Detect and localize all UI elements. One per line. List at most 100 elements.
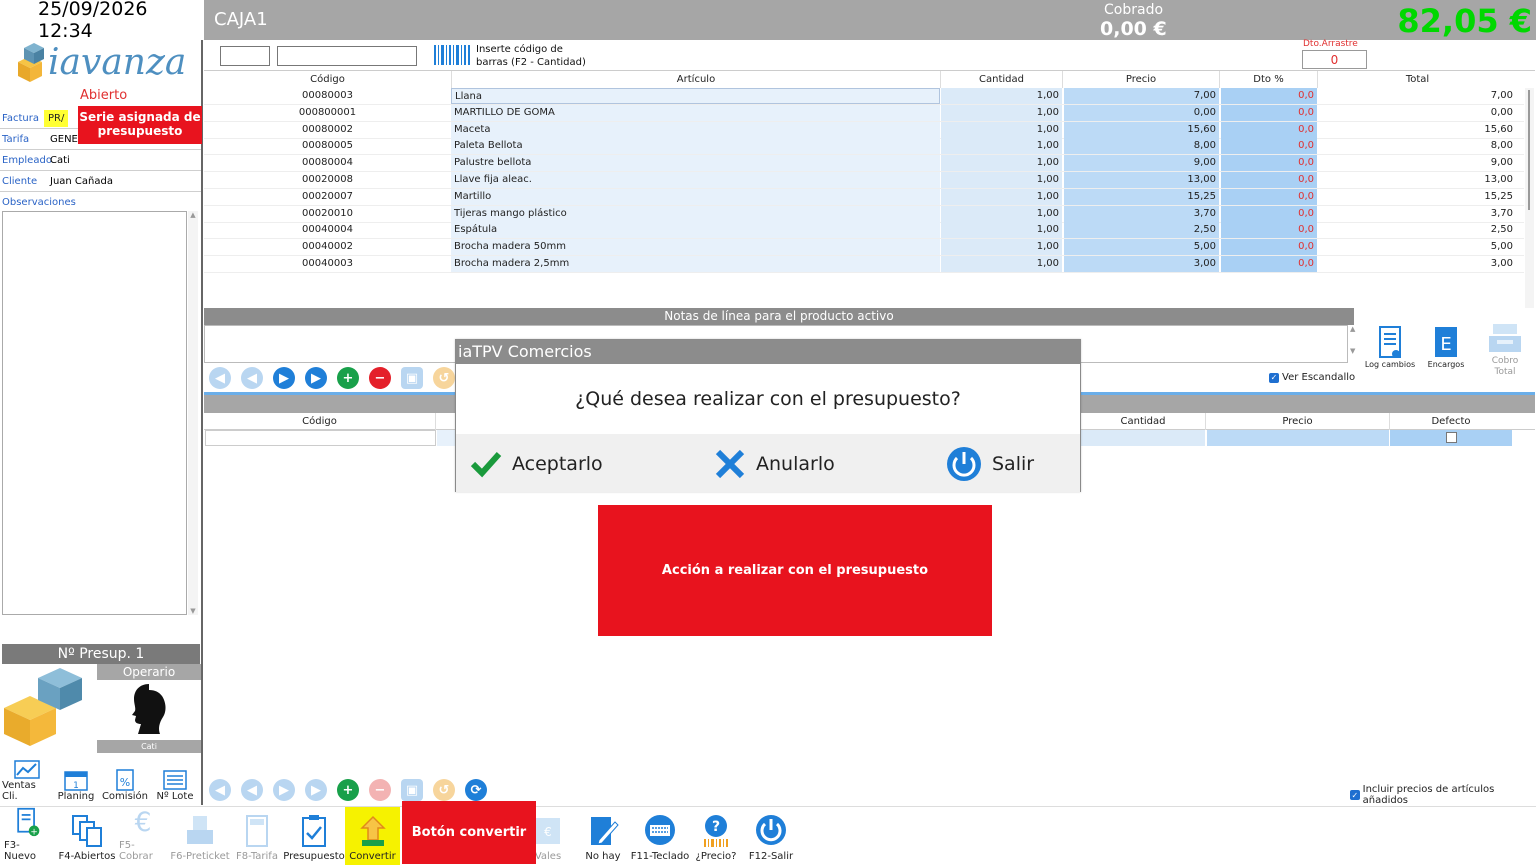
- operario-avatar[interactable]: [97, 680, 201, 740]
- cell-precio[interactable]: 2,50: [1064, 222, 1219, 239]
- cell-articulo[interactable]: Tijeras mango plástico: [451, 205, 940, 222]
- cell-total[interactable]: 7,00: [1319, 88, 1516, 104]
- salir-button[interactable]: Salir: [946, 446, 1034, 482]
- refresh-icon[interactable]: ⟳: [465, 779, 487, 801]
- precio-button[interactable]: ? ¿Precio?: [694, 807, 738, 865]
- cell-cantidad[interactable]: 1,00: [941, 188, 1062, 205]
- table-row[interactable]: 00080004 Palustre bellota 1,00 9,00 0,0 9,00: [204, 155, 1524, 173]
- cell-cantidad[interactable]: 1,00: [941, 222, 1062, 239]
- cell-codigo[interactable]: 00040004: [204, 222, 451, 238]
- remove2-icon[interactable]: −: [369, 779, 391, 801]
- quantity-input[interactable]: [220, 46, 270, 66]
- col2-precio[interactable]: Precio: [1206, 413, 1390, 430]
- cell-precio[interactable]: 8,00: [1064, 138, 1219, 155]
- anularlo-button[interactable]: Anularlo: [714, 446, 835, 482]
- ventas-cli-button[interactable]: Ventas Cli.: [2, 756, 52, 802]
- table-row[interactable]: 00020008 Llave fija aleac. 1,00 13,00 0,0 13,…: [204, 172, 1524, 189]
- cell-codigo[interactable]: 00080004: [204, 155, 451, 171]
- cell-precio[interactable]: 0,00: [1064, 104, 1219, 121]
- cell-codigo[interactable]: 00020010: [204, 206, 451, 222]
- salir-toolbar-button[interactable]: F12-Salir: [745, 807, 797, 865]
- cell-precio[interactable]: 5,00: [1064, 239, 1219, 256]
- dto-arrastre-input[interactable]: 0: [1302, 50, 1367, 69]
- prev2-icon[interactable]: ◀: [241, 779, 263, 801]
- first2-icon[interactable]: ◀: [209, 779, 231, 801]
- no-hay-button[interactable]: No hay: [580, 807, 626, 865]
- table-row[interactable]: 00080003 Llana 1,00 7,00 0,0 7,00: [204, 88, 1524, 105]
- observaciones-scrollbar[interactable]: ▲ ▼: [188, 211, 198, 615]
- cell-articulo[interactable]: Llave fija aleac.: [451, 172, 940, 188]
- next-icon[interactable]: ▶: [273, 367, 295, 389]
- save2-icon[interactable]: ▣: [401, 779, 423, 801]
- cell-cantidad[interactable]: 1,00: [941, 256, 1062, 272]
- table-row[interactable]: 00080002 Maceta 1,00 15,60 0,0 15,60: [204, 121, 1524, 139]
- cell-precio[interactable]: 15,60: [1064, 121, 1219, 138]
- cell-dto[interactable]: 0,0: [1221, 88, 1317, 104]
- col2-cantidad[interactable]: Cantidad: [1081, 413, 1206, 430]
- col-precio[interactable]: Precio: [1063, 71, 1220, 88]
- cell-total[interactable]: 3,70: [1319, 206, 1516, 222]
- cell-articulo[interactable]: Espátula: [451, 222, 940, 239]
- cell-total[interactable]: 5,00: [1319, 239, 1516, 255]
- table-row[interactable]: 00020007 Martillo 1,00 15,25 0,0 15,25: [204, 188, 1524, 206]
- cell-codigo[interactable]: 00040003: [204, 256, 451, 272]
- cell-codigo[interactable]: 00020008: [204, 172, 451, 188]
- cell-cantidad[interactable]: 1,00: [941, 138, 1062, 155]
- cell-codigo[interactable]: 00040002: [204, 239, 451, 255]
- cobro-total-button[interactable]: Cobro Total: [1478, 320, 1532, 380]
- table-row[interactable]: 00020010 Tijeras mango plástico 1,00 3,70 0,…: [204, 205, 1524, 223]
- col-articulo[interactable]: Artículo: [452, 71, 941, 88]
- cell-total[interactable]: 0,00: [1319, 105, 1516, 121]
- cell-precio[interactable]: 3,70: [1064, 205, 1219, 222]
- last2-icon[interactable]: ▶: [305, 779, 327, 801]
- col-total[interactable]: Total: [1318, 71, 1517, 88]
- incluir-precios-check[interactable]: ✓ Incluir precios de artículos añadidos: [1350, 784, 1536, 806]
- cobrar-button[interactable]: € F5-Cobrar: [119, 807, 167, 865]
- cell-cantidad[interactable]: 1,00: [941, 172, 1062, 188]
- cell-articulo[interactable]: Brocha madera 2,5mm: [451, 256, 940, 272]
- cell-cantidad[interactable]: 1,00: [941, 104, 1062, 121]
- cell-cantidad[interactable]: 1,00: [941, 121, 1062, 138]
- cell-precio[interactable]: 3,00: [1064, 256, 1219, 272]
- planing-button[interactable]: 1 Planing: [51, 756, 101, 802]
- cell-articulo[interactable]: Paleta Bellota: [451, 138, 940, 155]
- cell-dto[interactable]: 0,0: [1221, 172, 1317, 188]
- convertir-button[interactable]: Convertir: [345, 807, 400, 865]
- table-scrollbar[interactable]: [1525, 88, 1534, 308]
- table-row[interactable]: 00040004 Espátula 1,00 2,50 0,0 2,50: [204, 222, 1524, 240]
- cell-codigo[interactable]: 00080005: [204, 138, 451, 154]
- col2-defecto[interactable]: Defecto: [1390, 413, 1512, 430]
- add-icon[interactable]: +: [337, 367, 359, 389]
- cell-articulo[interactable]: Maceta: [451, 121, 940, 138]
- cell-codigo[interactable]: 00080003: [204, 88, 451, 104]
- cell-precio[interactable]: 15,25: [1064, 188, 1219, 205]
- cell-total[interactable]: 13,00: [1319, 172, 1516, 188]
- col-dto[interactable]: Dto %: [1220, 71, 1318, 88]
- cell-precio[interactable]: 13,00: [1064, 172, 1219, 188]
- tarifa-value[interactable]: GENE: [50, 134, 78, 145]
- log-cambios-button[interactable]: Log cambios: [1364, 326, 1416, 376]
- comision-button[interactable]: % Comisión: [100, 756, 150, 802]
- num-lote-button[interactable]: Nº Lote: [150, 756, 200, 802]
- cell-dto[interactable]: 0,0: [1221, 121, 1317, 138]
- col-cantidad[interactable]: Cantidad: [941, 71, 1063, 88]
- defecto-checkbox[interactable]: [1446, 432, 1457, 443]
- aceptarlo-button[interactable]: Aceptarlo: [470, 446, 603, 482]
- barcode-input[interactable]: [277, 46, 417, 66]
- cell-total[interactable]: 2,50: [1319, 222, 1516, 238]
- save-icon[interactable]: ▣: [401, 367, 423, 389]
- remove-icon[interactable]: −: [369, 367, 391, 389]
- cell-total[interactable]: 15,25: [1319, 189, 1516, 205]
- cell-dto[interactable]: 0,0: [1221, 205, 1317, 222]
- preticket-button[interactable]: F6-Preticket: [170, 807, 230, 865]
- cell-total[interactable]: 8,00: [1319, 138, 1516, 154]
- cell-cantidad[interactable]: 1,00: [941, 155, 1062, 172]
- cell-articulo[interactable]: Martillo: [451, 188, 940, 205]
- cell-dto[interactable]: 0,0: [1221, 222, 1317, 239]
- cell-total[interactable]: 15,60: [1319, 122, 1516, 138]
- table-row[interactable]: 00040003 Brocha madera 2,5mm 1,00 3,00 0,0 3,…: [204, 256, 1524, 273]
- tarifa-button[interactable]: F8-Tarifa: [233, 807, 281, 865]
- cell-cantidad[interactable]: 1,00: [941, 88, 1062, 104]
- cell-dto[interactable]: 0,0: [1221, 104, 1317, 121]
- cell-precio[interactable]: 9,00: [1064, 155, 1219, 172]
